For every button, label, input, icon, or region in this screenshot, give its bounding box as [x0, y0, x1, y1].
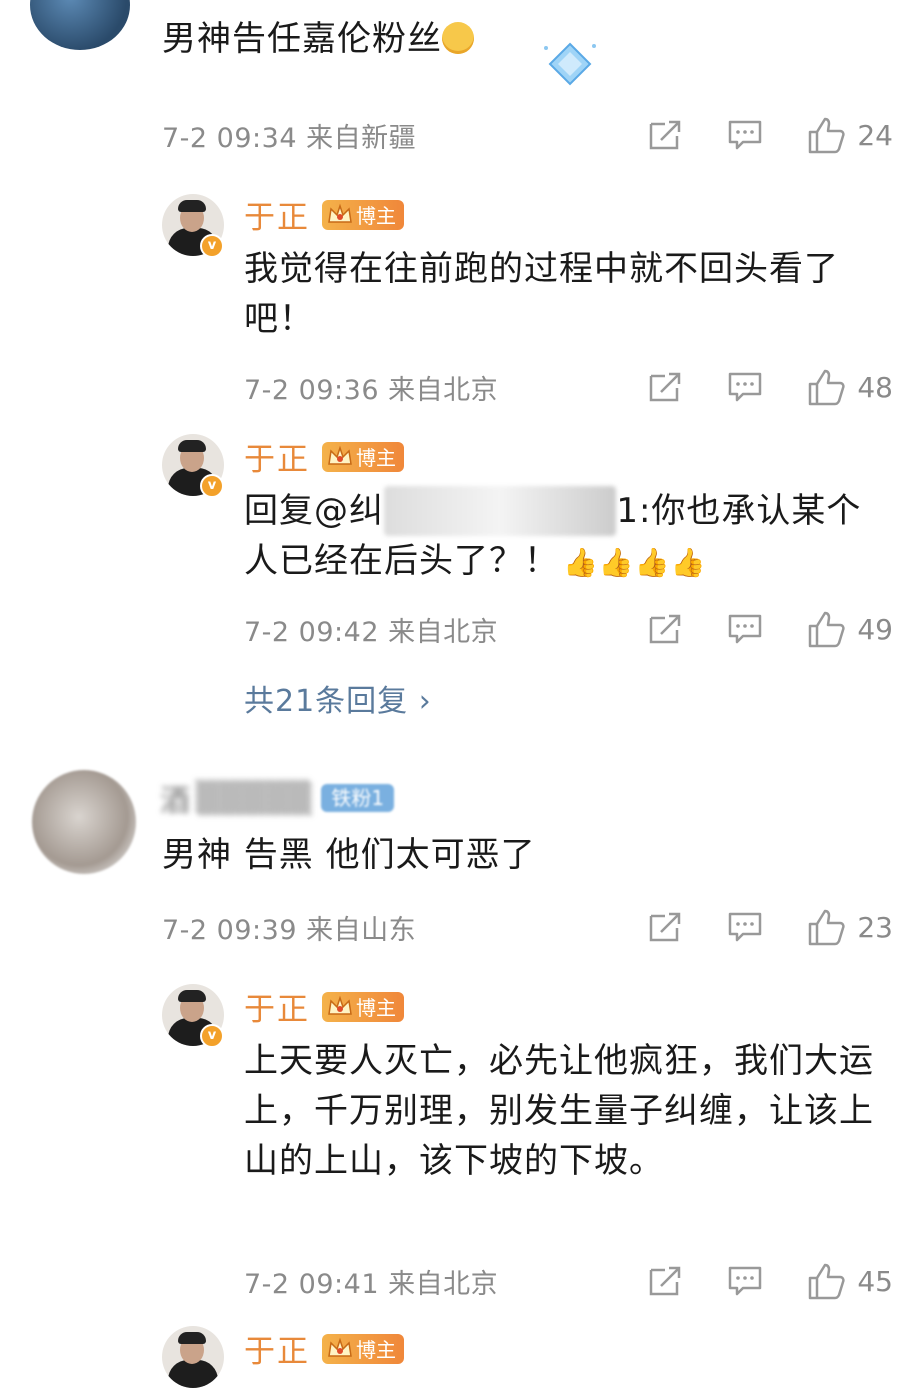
blogger-tag: 博主: [322, 1333, 404, 1364]
verified-icon: v: [200, 474, 224, 498]
comment-icon[interactable]: [727, 1264, 763, 1298]
thumbs-up-icon: [809, 909, 845, 946]
like-button[interactable]: 24: [807, 116, 893, 154]
commenter-avatar[interactable]: [30, 0, 130, 50]
comment-actions: 24: [647, 110, 893, 160]
reply-meta: 7-2 09:42 来自北京: [244, 617, 499, 648]
reply-header: 于正 博主: [244, 434, 404, 479]
smile-emoji-icon: [442, 22, 474, 54]
reply-avatar[interactable]: [162, 1326, 224, 1388]
crown-icon: [328, 995, 352, 1015]
comment-icon[interactable]: [727, 910, 763, 944]
comment-actions: 23: [647, 902, 893, 952]
reply-actions: 48: [647, 362, 893, 412]
like-count: 49: [857, 612, 893, 646]
redacted-mention: xxxxxxxxxxx: [384, 486, 617, 536]
comment-meta: 7-2 09:39 来自山东: [162, 915, 417, 946]
crown-icon: [328, 1337, 352, 1357]
reply-username[interactable]: 于正: [244, 1326, 310, 1371]
blogger-tag: 博主: [322, 991, 404, 1022]
thumbs-up-emoji-icon: 👍👍👍👍: [563, 546, 707, 579]
reply-header: 于正 博主: [244, 192, 404, 237]
thumbs-up-icon: [809, 369, 845, 406]
crown-icon: [328, 203, 352, 223]
comment-body: 男神告任嘉伦粉丝: [162, 14, 474, 64]
reply-username[interactable]: 于正: [244, 434, 310, 479]
like-count: 24: [857, 118, 893, 152]
reply-meta: 7-2 09:41 来自北京: [244, 1269, 499, 1300]
verified-icon: v: [200, 1024, 224, 1048]
like-button[interactable]: 23: [807, 908, 893, 946]
reply-username[interactable]: 于正: [244, 984, 310, 1029]
blogger-tag: 博主: [322, 441, 404, 472]
comment-icon[interactable]: [727, 612, 763, 646]
comment-icon[interactable]: [727, 370, 763, 404]
commenter-avatar[interactable]: [32, 770, 136, 874]
like-button[interactable]: 45: [807, 1262, 893, 1300]
crown-icon: [328, 445, 352, 465]
view-more-replies-link[interactable]: 共21条回复 ›: [244, 676, 432, 720]
share-icon[interactable]: [647, 910, 683, 944]
reply-body: 上天要人灭亡，必先让他疯狂，我们大运上，千万别理，别发生量子纠缠，让该上山的上山…: [244, 1041, 874, 1181]
diamond-badge-icon: [540, 40, 600, 94]
like-button[interactable]: 48: [807, 368, 893, 406]
comment-header: 酒 ▒▒▒▒▒ 铁粉1: [160, 776, 395, 820]
reply-body: 回复@纠xxxxxxxxxxx1:你也承认某个人已经在后头了？！👍👍👍👍: [244, 486, 894, 588]
reply-body: 我觉得在往前跑的过程中就不回头看了吧！: [244, 249, 839, 339]
comment-body: 男神 告黑 他们太可恶了: [162, 835, 536, 875]
share-icon[interactable]: [647, 1264, 683, 1298]
reply-username[interactable]: 于正: [244, 192, 310, 237]
reply-actions: 49: [647, 604, 893, 654]
verified-icon: v: [200, 234, 224, 258]
like-count: 45: [857, 1264, 893, 1298]
like-count: 23: [857, 910, 893, 944]
share-icon[interactable]: [647, 370, 683, 404]
share-icon[interactable]: [647, 118, 683, 152]
fan-level-tag: 铁粉1: [321, 784, 395, 812]
reply-meta: 7-2 09:36 来自北京: [244, 375, 499, 406]
comment-meta: 7-2 09:34 来自新疆: [162, 123, 417, 154]
thumbs-up-icon: [809, 117, 845, 154]
blogger-tag: 博主: [322, 199, 404, 230]
comment-icon[interactable]: [727, 118, 763, 152]
like-button[interactable]: 49: [807, 610, 893, 648]
reply-header: 于正 博主: [244, 1326, 404, 1371]
thumbs-up-icon: [809, 1263, 845, 1300]
reply-actions: 45: [647, 1256, 893, 1306]
share-icon[interactable]: [647, 612, 683, 646]
thumbs-up-icon: [809, 611, 845, 648]
commenter-username[interactable]: 酒: [160, 776, 190, 820]
like-count: 48: [857, 370, 893, 404]
reply-header: 于正 博主: [244, 984, 404, 1029]
